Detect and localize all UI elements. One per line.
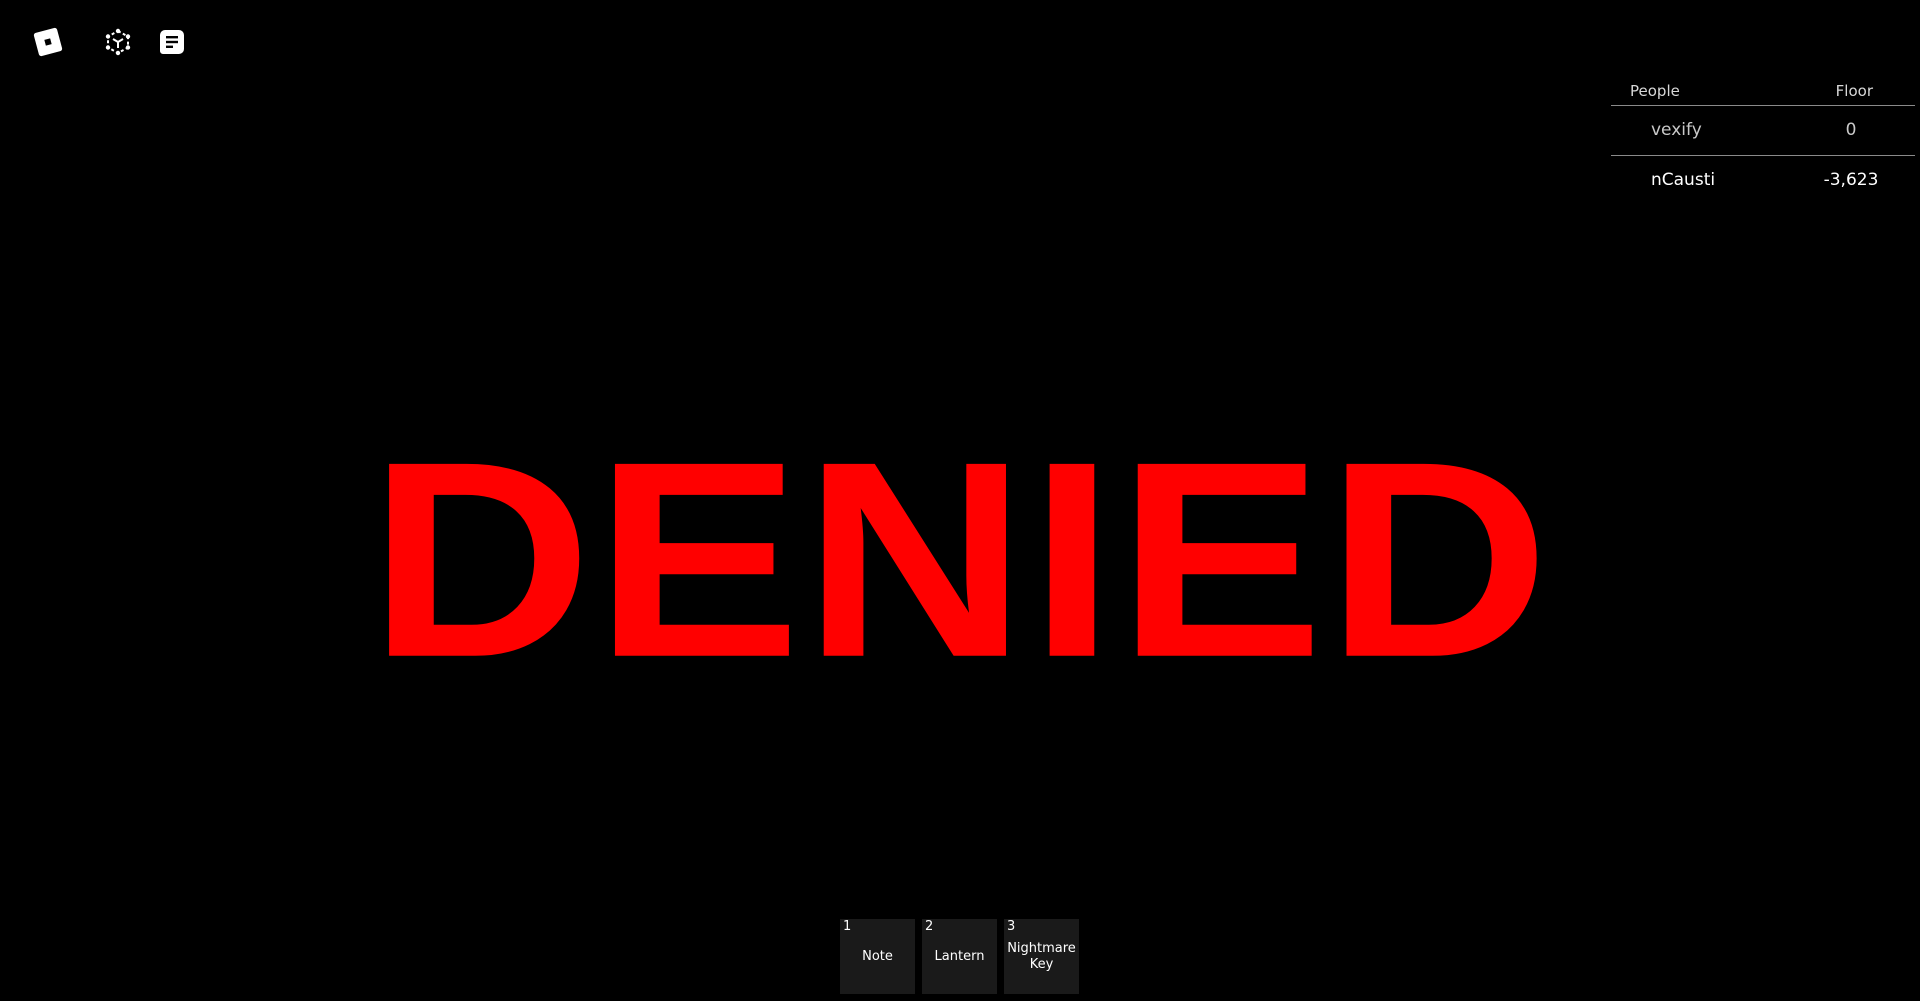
denied-message: DENIED [368,402,1552,716]
leaderboard-row[interactable]: vexify 0 [1611,106,1915,156]
player-name: nCausti [1651,170,1716,190]
roblox-menu-button[interactable] [28,22,68,62]
emotes-button[interactable] [98,22,138,62]
slot-label: Lantern [934,948,985,964]
leaderboard-header: People Floor [1611,78,1915,106]
chat-button[interactable] [152,22,192,62]
slot-label: NightmareKey [1007,940,1076,972]
emotes-icon [105,28,131,56]
hotbar: 1 Note 2 Lantern 3 NightmareKey [840,919,1079,994]
hotbar-slot-nightmare-key[interactable]: 3 NightmareKey [1004,919,1079,994]
floor-column-header: Floor [1835,82,1873,100]
player-name: vexify [1651,120,1702,140]
hotbar-slot-note[interactable]: 1 Note [840,919,915,994]
leaderboard-row[interactable]: nCausti -3,623 [1611,156,1915,205]
game-viewport: People Floor vexify 0 nCausti -3,623 DEN… [0,0,1920,1001]
leaderboard: People Floor vexify 0 nCausti -3,623 [1611,78,1915,205]
player-floor: 0 [1845,120,1857,140]
people-column-header: People [1630,82,1680,100]
player-floor: -3,623 [1823,170,1879,190]
slot-label: Note [862,948,893,964]
chat-icon [160,30,184,54]
roblox-logo-icon [33,27,63,57]
hotbar-slot-lantern[interactable]: 2 Lantern [922,919,997,994]
